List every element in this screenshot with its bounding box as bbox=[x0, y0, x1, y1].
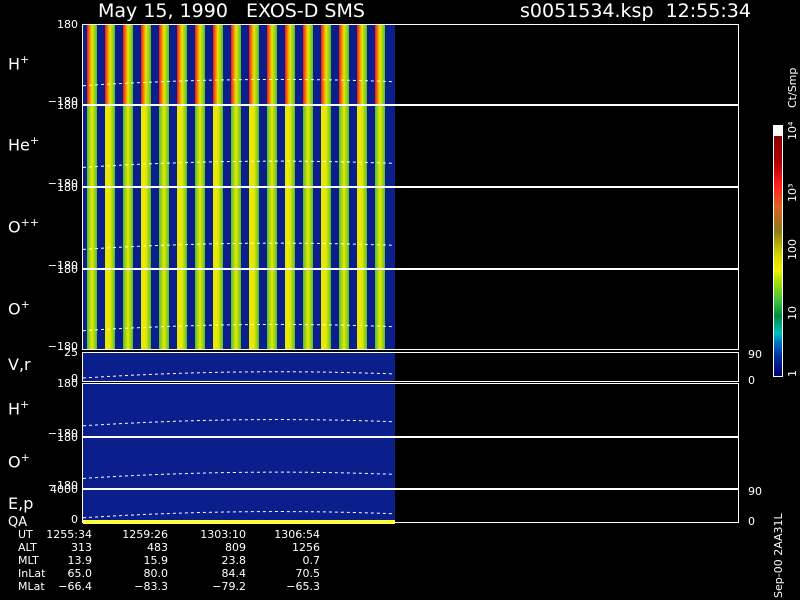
panel-5 bbox=[82, 352, 739, 382]
table-row: MLat −66.4 −83.3 −79.2 −65.3 bbox=[0, 580, 400, 593]
table-row: UT 1255:34 1259:26 1303:10 1306:54 bbox=[0, 528, 400, 541]
panel-3 bbox=[82, 187, 739, 269]
cell: 84.4 bbox=[221, 567, 247, 580]
colorbar-tick: 10⁴ bbox=[786, 121, 799, 140]
cell: 1255:34 bbox=[46, 528, 92, 541]
y-tick-top: 180 bbox=[57, 181, 78, 194]
cell: −79.2 bbox=[212, 580, 246, 593]
colorbar-unit: Ct/Smp bbox=[786, 67, 799, 108]
cell: 483 bbox=[147, 541, 168, 554]
dashed-trace bbox=[83, 323, 395, 332]
chart-title: May 15, 1990 EXOS-D SMS bbox=[98, 0, 365, 22]
dashed-trace bbox=[83, 78, 395, 87]
y-tick-top: 180 bbox=[57, 431, 78, 444]
cell: 313 bbox=[71, 541, 92, 554]
colorbar-tick: 10 bbox=[786, 306, 799, 320]
file-timestamp: s0051534.ksp 12:55:34 bbox=[520, 0, 751, 22]
panel-label: V,r bbox=[8, 355, 31, 374]
right-tick-bottom: 0 bbox=[748, 515, 755, 528]
cell: 1259:26 bbox=[122, 528, 168, 541]
panel-label: H+ bbox=[8, 398, 30, 419]
cell: 1306:54 bbox=[274, 528, 320, 541]
y-tick-top: 4000 bbox=[50, 483, 78, 496]
cell: 809 bbox=[225, 541, 246, 554]
panel-label: O++ bbox=[8, 216, 40, 237]
side-stamp: Sep-00 2AA31L bbox=[772, 513, 785, 598]
dashed-trace bbox=[83, 419, 395, 427]
colorbar bbox=[773, 125, 783, 377]
dashed-trace bbox=[83, 371, 395, 379]
cell: 80.0 bbox=[143, 567, 169, 580]
panel-label: O+ bbox=[8, 451, 30, 472]
panel-6 bbox=[82, 383, 739, 437]
y-tick-top: 180 bbox=[57, 18, 78, 31]
panel-label: O+ bbox=[8, 297, 30, 318]
panel-8 bbox=[82, 489, 739, 524]
cell: 23.8 bbox=[221, 554, 247, 567]
y-tick-top: 25 bbox=[64, 346, 78, 359]
table-row: InLat 65.0 80.0 84.4 70.5 bbox=[0, 567, 400, 580]
right-tick-bottom: 0 bbox=[748, 374, 755, 387]
y-tick-top: 180 bbox=[57, 377, 78, 390]
cell: 15.9 bbox=[143, 554, 169, 567]
cell: 1303:10 bbox=[200, 528, 246, 541]
cell: 0.7 bbox=[302, 554, 321, 567]
y-tick-top: 180 bbox=[57, 99, 78, 112]
cell: 70.5 bbox=[295, 567, 321, 580]
panel-1 bbox=[82, 24, 739, 105]
cell: 65.0 bbox=[67, 567, 93, 580]
panel-label: He+ bbox=[8, 134, 40, 155]
colorbar-tick: 1 bbox=[786, 370, 799, 377]
colorbar-tick: 100 bbox=[786, 239, 799, 260]
dashed-trace bbox=[83, 511, 395, 524]
cell: −83.3 bbox=[134, 580, 168, 593]
table-row: MLT 13.9 15.9 23.8 0.7 bbox=[0, 554, 400, 567]
dashed-trace bbox=[83, 471, 395, 479]
y-tick-top: 180 bbox=[57, 263, 78, 276]
panel-4 bbox=[82, 269, 739, 350]
right-tick-top: 90 bbox=[748, 348, 762, 361]
cell: 13.9 bbox=[67, 554, 93, 567]
colorbar-tick: 10³ bbox=[786, 183, 799, 202]
qa-bar bbox=[83, 520, 395, 524]
panel-7 bbox=[82, 437, 739, 489]
cell: −66.4 bbox=[58, 580, 92, 593]
panel-label: E,p bbox=[8, 494, 34, 513]
dashed-trace bbox=[83, 160, 395, 168]
cell: −65.3 bbox=[286, 580, 320, 593]
right-tick-top: 90 bbox=[748, 485, 762, 498]
table-row: ALT 313 483 809 1256 bbox=[0, 541, 400, 554]
qa-label: QA bbox=[8, 515, 28, 530]
panel-2 bbox=[82, 105, 739, 187]
panel-label: H+ bbox=[8, 52, 30, 73]
dashed-trace bbox=[83, 242, 395, 250]
cell: 1256 bbox=[292, 541, 320, 554]
y-tick-bottom: 0 bbox=[71, 513, 78, 526]
